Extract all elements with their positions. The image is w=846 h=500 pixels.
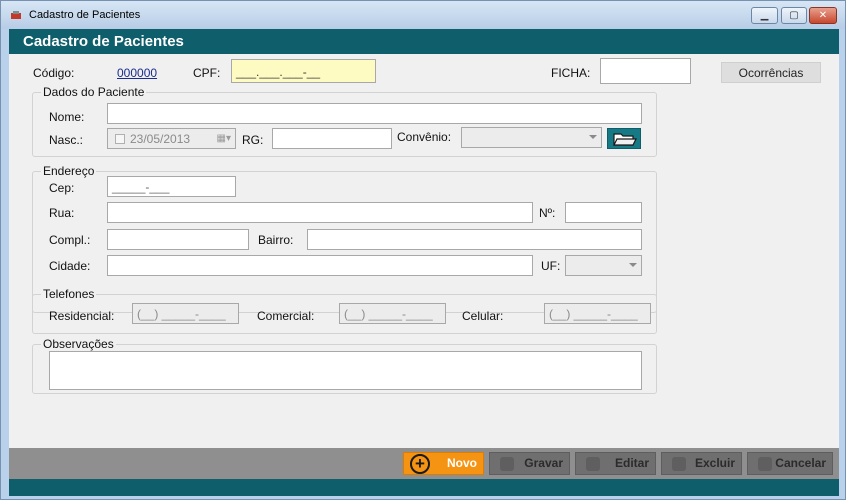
residencial-field[interactable]: (__) _____-____: [132, 303, 239, 324]
close-icon: ✕: [818, 10, 828, 21]
editar-label: Editar: [614, 456, 649, 470]
ocorrencias-button[interactable]: Ocorrências: [721, 62, 821, 83]
folder-open-icon: [613, 133, 637, 146]
numero-label: Nº:: [539, 206, 556, 220]
app-icon: [11, 11, 21, 19]
nome-label: Nome:: [49, 110, 85, 124]
status-bar: [9, 479, 839, 496]
chevron-down-icon: [629, 263, 637, 267]
maximize-icon: ▢: [789, 10, 799, 21]
action-bar: + Novo Gravar Editar Excluir Cancelar: [9, 448, 839, 479]
comercial-label: Comercial:: [257, 309, 315, 323]
gravar-label: Gravar: [524, 456, 563, 470]
uf-dropdown[interactable]: [565, 255, 642, 276]
cep-field[interactable]: _____-___: [107, 176, 236, 197]
rg-field[interactable]: [272, 128, 392, 149]
close-button[interactable]: ✕: [809, 7, 837, 24]
uf-label: UF:: [541, 259, 561, 273]
app-window: Cadastro de Pacientes ▁ ▢ ✕ Cadastro de …: [0, 0, 846, 500]
nasc-date-picker[interactable]: 23/05/2013 ▦▾: [107, 128, 236, 149]
editar-button[interactable]: Editar: [575, 452, 656, 475]
observacoes-textarea[interactable]: [49, 351, 642, 390]
minimize-icon: ▁: [760, 10, 769, 21]
add-circle-icon: +: [410, 454, 430, 474]
cep-label: Cep:: [49, 181, 75, 195]
comercial-field[interactable]: (__) _____-____: [339, 303, 446, 324]
maximize-button[interactable]: ▢: [781, 7, 807, 24]
calendar-dropdown-icon[interactable]: ▦▾: [217, 133, 231, 144]
minimize-button[interactable]: ▁: [751, 7, 778, 24]
cidade-label: Cidade:: [49, 259, 91, 273]
gravar-button[interactable]: Gravar: [489, 452, 570, 475]
nasc-label: Nasc.:: [49, 133, 84, 147]
cpf-label: CPF:: [193, 66, 221, 80]
cancelar-label: Cancelar: [775, 456, 826, 470]
page-title: Cadastro de Pacientes: [9, 29, 839, 54]
window-title: Cadastro de Pacientes: [29, 9, 141, 21]
residencial-label: Residencial:: [49, 309, 115, 323]
convenio-label: Convênio:: [397, 130, 452, 144]
celular-label: Celular:: [462, 309, 504, 323]
codigo-value[interactable]: 000000: [117, 66, 157, 80]
convenio-dropdown[interactable]: [461, 127, 602, 148]
codigo-label: Código:: [33, 66, 75, 80]
ficha-label: FICHA:: [551, 66, 591, 80]
cancelar-button[interactable]: Cancelar: [747, 452, 833, 475]
endereco-legend: Endereço: [41, 164, 97, 178]
compl-field[interactable]: [107, 229, 249, 250]
bairro-label: Bairro:: [258, 233, 294, 247]
save-icon: [500, 457, 514, 471]
cidade-field[interactable]: [107, 255, 533, 276]
dados-paciente-legend: Dados do Paciente: [41, 85, 147, 99]
ficha-field[interactable]: [600, 58, 691, 84]
rg-label: RG:: [242, 133, 264, 147]
excluir-button[interactable]: Excluir: [661, 452, 742, 475]
open-folder-button[interactable]: [607, 128, 641, 149]
delete-icon: [672, 457, 686, 471]
novo-label: Novo: [447, 456, 477, 470]
cancel-icon: [758, 457, 772, 471]
excluir-label: Excluir: [694, 456, 735, 470]
form-client-area: Cadastro de Pacientes Código: 000000 CPF…: [9, 29, 839, 496]
rua-label: Rua:: [49, 206, 75, 220]
chevron-down-icon: [589, 135, 597, 139]
observacoes-legend: Observações: [41, 337, 116, 351]
compl-label: Compl.:: [49, 233, 91, 247]
celular-field[interactable]: (__) _____-____: [544, 303, 651, 324]
numero-field[interactable]: [565, 202, 642, 223]
nasc-value: 23/05/2013: [130, 132, 191, 146]
cpf-field[interactable]: ___.___.___-__: [231, 59, 376, 83]
telefones-legend: Telefones: [41, 287, 97, 301]
rua-field[interactable]: [107, 202, 533, 223]
novo-button[interactable]: + Novo: [403, 452, 484, 475]
bairro-field[interactable]: [307, 229, 642, 250]
title-bar[interactable]: Cadastro de Pacientes ▁ ▢ ✕: [1, 1, 845, 29]
nasc-checkbox[interactable]: [115, 134, 125, 144]
nome-field[interactable]: [107, 103, 642, 124]
edit-icon: [586, 457, 600, 471]
